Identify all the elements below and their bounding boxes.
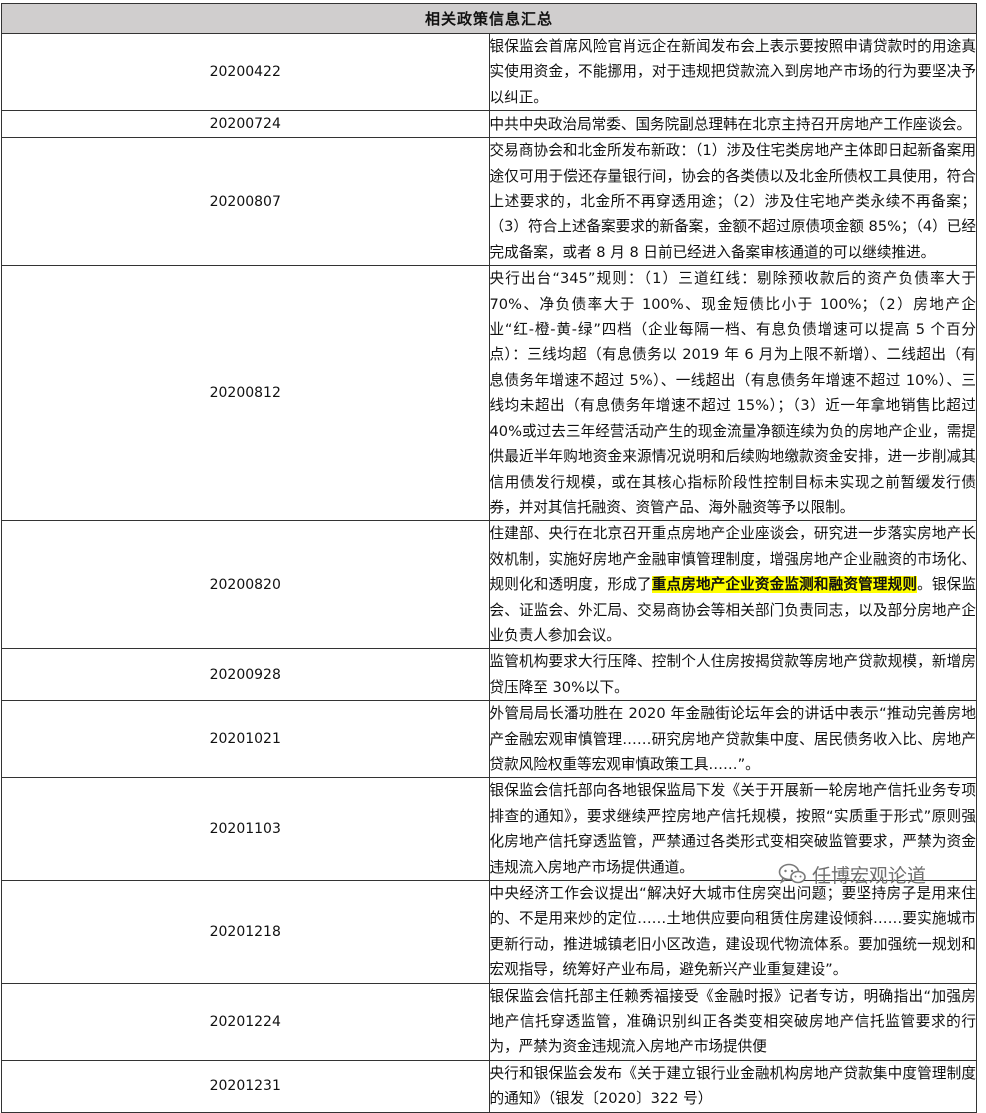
table-row: 20200807 交易商协会和北金所发布新政：（1）涉及住宅类房地产主体即日起新备… (1, 137, 977, 267)
table-row: 20200422 银保监会首席风险官肖远企在新闻发布会上表示要按照申请贷款时的用途… (1, 32, 977, 112)
table-row: 20201224 银保监会信托部主任赖秀福接受《金融时报》记者专访，明确指出“加强… (1, 982, 977, 1061)
row-date: 20200812 (1, 265, 490, 522)
description-text: 外管局局长潘功胜在 2020 年金融街论坛年会的讲话中表示“推动完善房地产金融宏… (489, 705, 977, 773)
row-date: 20200422 (1, 32, 490, 112)
description-text: 央行和银保监会发布《关于建立银行业金融机构房地产贷款集中度管理制度的通知》（银发… (489, 1064, 977, 1108)
description-text: 监管机构要求大行压降、控制个人住房按揭贷款等房地产贷款规模，新增房贷压降至 30… (489, 653, 977, 696)
row-date: 20200807 (1, 137, 490, 267)
table-row: 20200812 央行出台“345”规则：（1）三道红线：剔除预收款后的资产负债率… (1, 265, 977, 522)
policy-table: 相关政策信息汇总 20200422 银保监会首席风险官肖远企在新闻发布会上表示要按… (1, 3, 977, 1113)
table-title: 相关政策信息汇总 (1, 3, 977, 34)
row-date: 20201021 (1, 700, 490, 779)
row-description: 中央经济工作会议提出“解决好大城市住房突出问题；要坚持房子是用来住的、不是用来炒… (488, 880, 977, 984)
row-description: 监管机构要求大行压降、控制个人住房按揭贷款等房地产贷款规模，新增房贷压降至 30… (488, 648, 977, 702)
row-description: 银保监会首席风险官肖远企在新闻发布会上表示要按照申请贷款时的用途真实使用资金，不… (488, 32, 977, 112)
row-date: 20200820 (1, 520, 490, 650)
description-text: 中央经济工作会议提出“解决好大城市住房突出问题；要坚持房子是用来住的、不是用来炒… (489, 885, 977, 979)
table-row: 20201021 外管局局长潘功胜在 2020 年金融街论坛年会的讲话中表示“推动… (1, 700, 977, 779)
description-text: 交易商协会和北金所发布新政：（1）涉及住宅类房地产主体即日起新备案用途仅可用于偿… (489, 142, 977, 261)
table-row: 20200928 监管机构要求大行压降、控制个人住房按揭贷款等房地产贷款规模，新增… (1, 648, 977, 702)
watermark: 任博宏观论道 (778, 862, 927, 887)
wechat-icon (778, 863, 806, 884)
description-text: 银保监会信托部主任赖秀福接受《金融时报》记者专访，明确指出“加强房地产信托穿透监… (489, 987, 977, 1056)
row-description: 外管局局长潘功胜在 2020 年金融街论坛年会的讲话中表示“推动完善房地产金融宏… (488, 700, 977, 779)
description-text: 央行出台“345”规则：（1）三道红线：剔除预收款后的资产负债率大于 70%、净… (489, 270, 977, 516)
table-row: 20201218 中央经济工作会议提出“解决好大城市住房突出问题；要坚持房子是用来… (1, 880, 977, 984)
table-row: 20200724 中共中央政治局常委、国务院副总理韩在北京主持召开房地产工作座谈会… (1, 110, 977, 139)
table-row: 20201231 央行和银保监会发布《关于建立银行业金融机构房地产贷款集中度管理制… (1, 1059, 977, 1113)
row-description: 交易商协会和北金所发布新政：（1）涉及住宅类房地产主体即日起新备案用途仅可用于偿… (488, 137, 977, 267)
row-date: 20201218 (1, 880, 490, 984)
description-text: 银保监会首席风险官肖远企在新闻发布会上表示要按照申请贷款时的用途真实使用资金，不… (489, 38, 977, 106)
row-date: 20201224 (1, 982, 490, 1061)
table-row: 20200820 住建部、央行在北京召开重点房地产企业座谈会，研究进一步落实房地产… (1, 520, 977, 650)
watermark-text: 任博宏观论道 (812, 864, 927, 887)
description-text: 中共中央政治局常委、国务院副总理韩在北京主持召开房地产工作座谈会。 (489, 115, 972, 133)
row-description: 央行和银保监会发布《关于建立银行业金融机构房地产贷款集中度管理制度的通知》（银发… (488, 1059, 977, 1113)
row-date: 20200724 (1, 110, 490, 139)
highlighted-text: 重点房地产企业资金监测和融资管理规则 (651, 576, 918, 594)
row-description: 住建部、央行在北京召开重点房地产企业座谈会，研究进一步落实房地产长效机制，实施好… (488, 520, 977, 650)
row-date: 20201103 (1, 777, 490, 881)
row-description: 央行出台“345”规则：（1）三道红线：剔除预收款后的资产负债率大于 70%、净… (488, 265, 977, 522)
row-date: 20200928 (1, 648, 490, 702)
row-date: 20201231 (1, 1059, 490, 1113)
row-description: 银保监会信托部主任赖秀福接受《金融时报》记者专访，明确指出“加强房地产信托穿透监… (488, 982, 977, 1061)
table-body: 20200422 银保监会首席风险官肖远企在新闻发布会上表示要按照申请贷款时的用途… (1, 32, 977, 1113)
row-description: 中共中央政治局常委、国务院副总理韩在北京主持召开房地产工作座谈会。 (488, 110, 977, 139)
